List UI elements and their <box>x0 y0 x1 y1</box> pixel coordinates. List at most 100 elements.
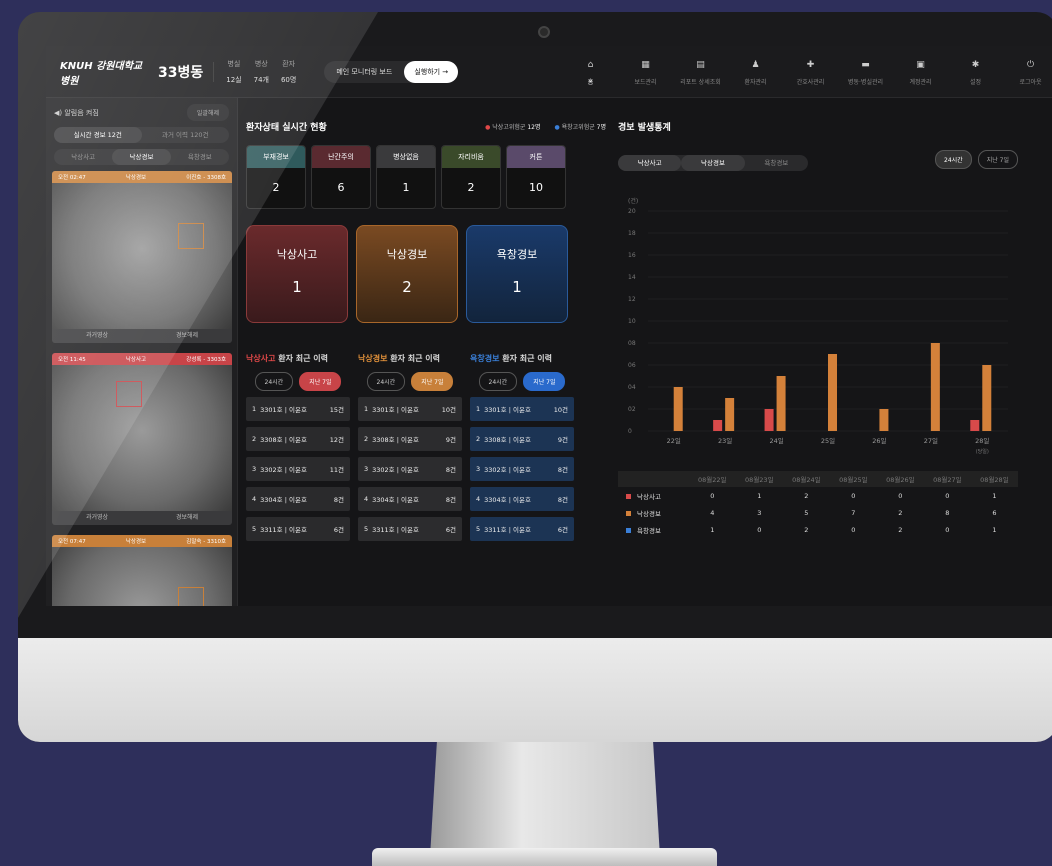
alarm-type: 낙상경보 <box>125 539 147 545</box>
alarm-type-tab[interactable]: 욕창경보 <box>171 149 229 165</box>
alarm-sound-toggle[interactable]: ◀) 알림음 켜짐 <box>54 108 99 118</box>
table-cell: 2 <box>898 525 903 534</box>
range-24h-button[interactable]: 24시간 <box>366 372 406 391</box>
status-box[interactable]: 병상없음 1 <box>376 145 436 209</box>
status-box[interactable]: 커튼 10 <box>506 145 566 209</box>
detection-box <box>178 587 204 606</box>
alarm-card[interactable]: 오전 02:47 낙상경보 이진호 - 3308호 과거영상 경보해제 <box>52 171 232 343</box>
alarm-card[interactable]: 오전 07:47낙상경보김말숙 - 3310호과거영상경보해제 <box>52 535 232 606</box>
range-7d-button[interactable]: 지난 7일 <box>411 372 454 391</box>
bulk-release-button[interactable]: 일괄해제 <box>186 104 229 121</box>
history-row[interactable]: 3 3302호 | 이윤호 11건 <box>246 457 350 481</box>
nav-item[interactable]: ♟ 환자관리 <box>728 46 783 86</box>
history-range-buttons: 24시간 지난 7일 <box>470 372 574 391</box>
table-cell: 0 <box>851 491 856 500</box>
history-row[interactable]: 3 3302호 | 이윤호 8건 <box>358 457 462 481</box>
history-rank: 3 <box>476 465 481 473</box>
nav-item[interactable]: ⏻ 로그아웃 <box>1003 46 1052 86</box>
range-24h-button[interactable]: 24시간 <box>254 372 294 391</box>
chart-range-button[interactable]: 지난 7일 <box>977 150 1018 169</box>
status-count: 10 <box>529 181 543 194</box>
chart-range-selector: 24시간 지난 7일 <box>935 150 1018 169</box>
history-rank: 2 <box>476 435 481 443</box>
release-alarm-button[interactable]: 경보해제 <box>142 511 232 525</box>
history-room: 3304호 | 이윤호 <box>372 496 419 504</box>
patients-icon: ♟ <box>751 60 760 70</box>
nav-item[interactable]: ✚ 간호사관리 <box>783 46 838 86</box>
history-row[interactable]: 3 3302호 | 이윤호 8건 <box>470 457 574 481</box>
history-row[interactable]: 1 3301호 | 이윤호 10건 <box>358 397 462 421</box>
alarm-type-tab[interactable]: 낙상경보 <box>112 149 171 165</box>
nav-item[interactable]: ⌂ 홈 <box>563 46 618 86</box>
table-cell: 0 <box>710 491 715 500</box>
status-box[interactable]: 부재경보 2 <box>246 145 306 209</box>
alarm-card[interactable]: 오전 11:45 낙상사고 강성록 - 3303호 과거영상 경보해제 <box>52 353 232 525</box>
range-7d-button[interactable]: 지난 7일 <box>299 372 342 391</box>
top-nav: ⌂ 홈 ▦ 보드관리 ▤ 리포트 상세조회 ♟ 환자관리 ✚ 간호사관리 ▬ 병동·병실관리 ▣ 계정관리… <box>563 46 1052 86</box>
alarm-summary-card[interactable]: 낙상사고 1 <box>246 225 348 323</box>
history-row[interactable]: 2 3308호 | 이윤호 9건 <box>470 427 574 451</box>
history-rank: 3 <box>252 465 257 473</box>
history-row[interactable]: 2 3308호 | 이윤호 12건 <box>246 427 350 451</box>
history-rank: 1 <box>252 405 257 413</box>
nav-item[interactable]: ▣ 계정관리 <box>893 46 948 86</box>
history-count: 6건 <box>445 526 456 534</box>
table-row-label: 욕창경보 <box>618 521 689 538</box>
run-button[interactable]: 실행하기 → <box>404 60 459 83</box>
alarm-summary-card[interactable]: 낙상경보 2 <box>356 225 458 323</box>
chart-tab[interactable]: 낙상경보 <box>681 155 745 171</box>
chart-tab[interactable]: 낙상사고 <box>618 155 682 171</box>
history-row[interactable]: 5 3311호 | 이윤호 6건 <box>470 517 574 541</box>
table-cell: 8 <box>945 508 950 517</box>
range-24h-button[interactable]: 24시간 <box>478 372 518 391</box>
alarm-type-tab[interactable]: 낙상사고 <box>54 149 112 165</box>
history-row[interactable]: 4 3304호 | 이윤호 8건 <box>470 487 574 511</box>
alarm-card-footer: 과거영상 경보해제 <box>52 329 232 343</box>
alarm-time: 오전 11:45 <box>58 357 86 363</box>
status-count: 6 <box>337 181 345 194</box>
nav-item[interactable]: ▦ 보드관리 <box>618 46 673 86</box>
y-tick-label: 16 <box>628 252 636 259</box>
nav-item[interactable]: ▬ 병동·병실관리 <box>838 46 893 86</box>
release-alarm-button[interactable]: 경보해제 <box>142 329 232 343</box>
history-row[interactable]: 1 3301호 | 이윤호 10건 <box>470 397 574 421</box>
monitor-foot <box>372 848 717 866</box>
history-count: 8건 <box>445 496 456 504</box>
history-rank: 3 <box>364 465 369 473</box>
history-row[interactable]: 5 3311호 | 이윤호 6건 <box>358 517 462 541</box>
alarm-patient: 이진호 - 3308호 <box>186 175 226 181</box>
alarm-summary-card[interactable]: 욕창경보 1 <box>466 225 568 323</box>
table-cell: 2 <box>804 491 809 500</box>
past-video-button[interactable]: 과거영상 <box>52 329 142 343</box>
report-icon: ▤ <box>696 60 705 70</box>
history-row[interactable]: 4 3304호 | 이윤호 8건 <box>246 487 350 511</box>
alarm-summary-label: 낙상사고 <box>276 248 318 261</box>
history-row[interactable]: 1 3301호 | 이윤호 15건 <box>246 397 350 421</box>
alarm-type: 낙상경보 <box>125 175 147 181</box>
history-count: 12건 <box>329 436 344 444</box>
history-row[interactable]: 4 3304호 | 이윤호 8건 <box>358 487 462 511</box>
history-rest: 환자 최근 이력 <box>387 354 440 363</box>
status-label: 자리비움 <box>442 146 500 168</box>
y-tick-label: 18 <box>628 230 636 237</box>
chart-tab[interactable]: 욕창경보 <box>745 155 808 171</box>
past-video-button[interactable]: 과거영상 <box>52 511 142 525</box>
history-count: 11건 <box>329 466 344 474</box>
legend-dot-icon: ● <box>554 124 562 131</box>
status-box[interactable]: 자리비움 2 <box>441 145 501 209</box>
nav-item[interactable]: ▤ 리포트 상세조회 <box>673 46 728 86</box>
history-row[interactable]: 2 3308호 | 이윤호 9건 <box>358 427 462 451</box>
table-date-header: 08월26일 <box>876 471 924 487</box>
history-room: 3311호 | 이윤호 <box>372 526 419 534</box>
app-header: KNUH 강원대학교병원 33병동 병실 12실 병상 74개 환자 60명 메인 모니터… <box>46 46 1052 98</box>
range-7d-button[interactable]: 지난 7일 <box>523 372 566 391</box>
status-box[interactable]: 난간주의 6 <box>311 145 371 209</box>
history-room: 3308호 | 이윤호 <box>372 436 419 444</box>
chart-range-button[interactable]: 24시간 <box>935 150 972 169</box>
tab-live-alarms[interactable]: 실시간 경보 12건 <box>54 127 142 143</box>
tab-past-history[interactable]: 과거 이력 120건 <box>142 127 230 143</box>
history-room: 3311호 | 이윤호 <box>484 526 531 534</box>
alarm-patient: 강성록 - 3303호 <box>186 357 226 363</box>
history-row[interactable]: 5 3311호 | 이윤호 6건 <box>246 517 350 541</box>
nav-item[interactable]: ✱ 설정 <box>948 46 1003 86</box>
